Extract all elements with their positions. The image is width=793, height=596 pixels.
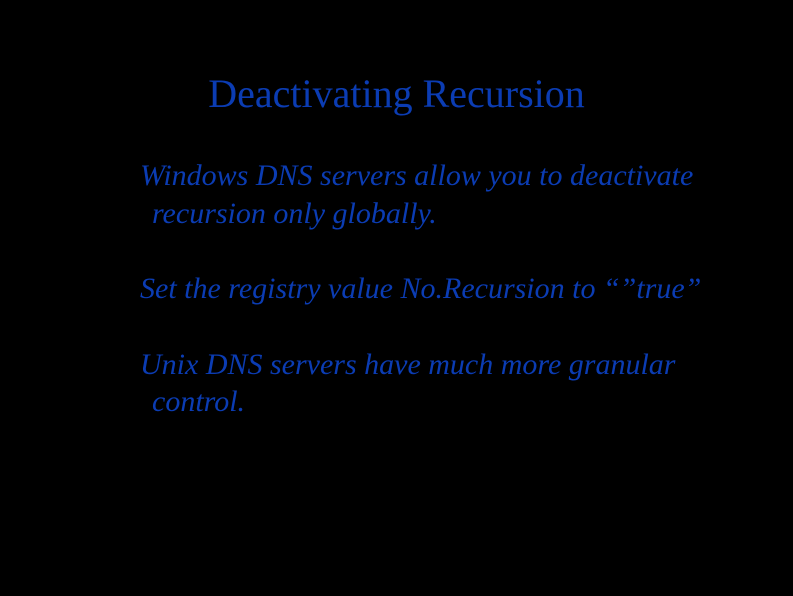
slide-paragraph-2: Set the registry value No.Recursion to “… xyxy=(140,270,703,308)
slide-paragraph-3: Unix DNS servers have much more granular… xyxy=(140,346,703,421)
slide-title: Deactivating Recursion xyxy=(90,70,703,117)
slide-paragraph-1: Windows DNS servers allow you to deactiv… xyxy=(140,157,703,232)
slide: Deactivating Recursion Windows DNS serve… xyxy=(0,0,793,596)
